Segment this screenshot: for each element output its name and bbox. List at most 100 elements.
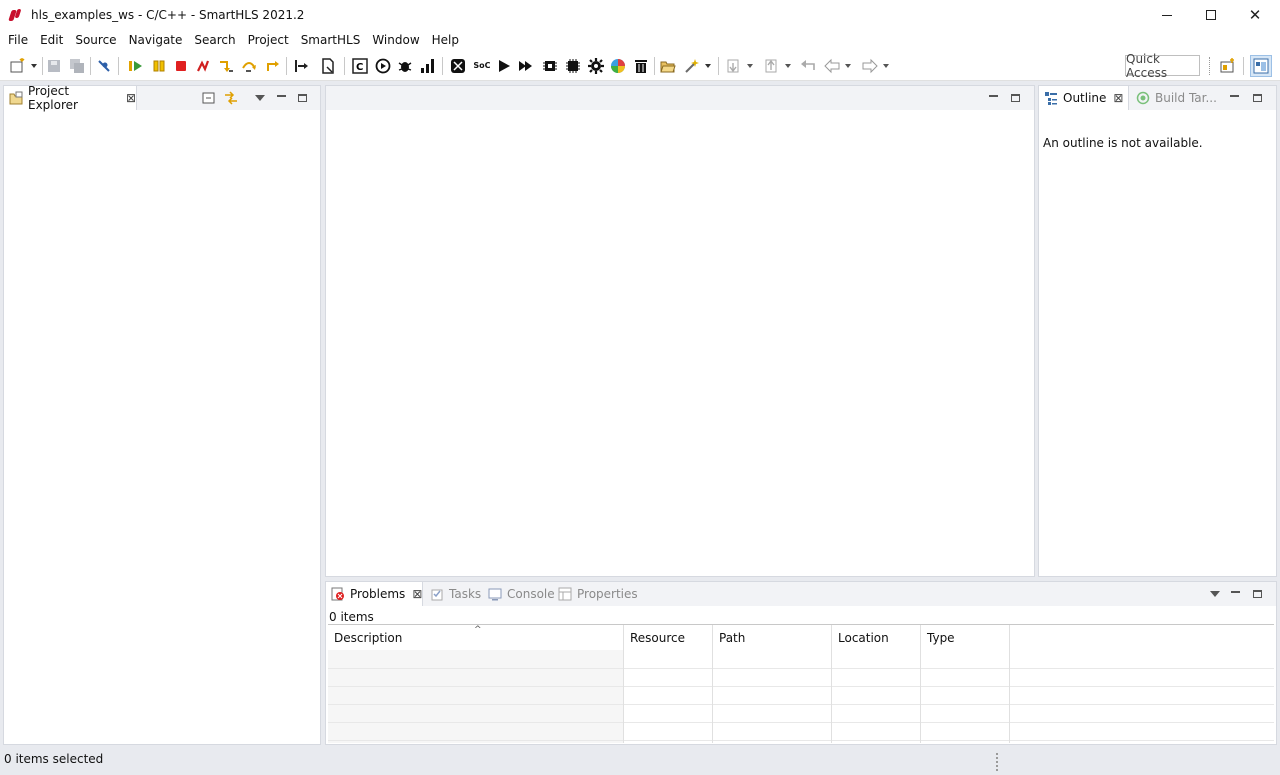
minimize-editor-button[interactable] (986, 91, 1000, 105)
search-dropdown[interactable] (703, 58, 713, 74)
suspend-button[interactable] (151, 58, 167, 74)
prev-annotation-dropdown[interactable] (783, 58, 793, 74)
column-location[interactable]: Location (832, 625, 920, 650)
new-dropdown[interactable] (29, 58, 39, 74)
tab-problems[interactable]: Problems ⊠ (326, 582, 423, 606)
resume-button[interactable] (127, 58, 143, 74)
trash-button[interactable] (633, 58, 649, 74)
tab-console-label: Console (507, 587, 555, 601)
disconnect-button[interactable] (195, 58, 211, 74)
column-resource[interactable]: Resource (624, 625, 712, 650)
menu-edit[interactable]: Edit (34, 30, 69, 51)
tab-properties[interactable]: Properties (553, 582, 638, 606)
menu-file[interactable]: File (2, 30, 34, 51)
drop-to-frame-button[interactable] (293, 58, 309, 74)
disconnect-icon (197, 60, 210, 72)
profile-button[interactable] (420, 58, 436, 74)
search-wand-button[interactable] (684, 58, 700, 74)
cpp-perspective-button[interactable] (1250, 55, 1272, 77)
last-edit-button[interactable] (800, 58, 816, 74)
menu-help[interactable]: Help (426, 30, 465, 51)
soc-button[interactable]: SoC (472, 58, 492, 74)
tab-project-explorer[interactable]: Project Explorer ⊠ (4, 84, 137, 112)
step-into-button[interactable] (218, 58, 234, 74)
build-button[interactable] (450, 58, 466, 74)
chevron-down-icon (845, 64, 851, 68)
run-button[interactable] (375, 58, 391, 74)
soc-icon: SoC (473, 61, 491, 70)
compile-icon: C (352, 58, 368, 74)
maximize-outline-button[interactable] (1250, 91, 1264, 105)
menu-source[interactable]: Source (69, 30, 122, 51)
resume-icon (129, 61, 142, 71)
status-grip[interactable] (996, 753, 999, 771)
save-button[interactable] (46, 58, 62, 74)
open-perspective-button[interactable] (1220, 58, 1236, 74)
close-icon[interactable]: ⊠ (1113, 91, 1123, 105)
fast-forward-icon (519, 61, 532, 71)
play-button[interactable] (496, 58, 512, 74)
title-bar: hls_examples_ws - C/C++ - SmartHLS 2021.… (0, 0, 1280, 30)
fast-forward-button[interactable] (518, 58, 534, 74)
view-menu-button[interactable] (253, 91, 267, 105)
skip-breakpoints-button[interactable] (96, 58, 112, 74)
quick-access-field[interactable]: Quick Access (1125, 52, 1200, 80)
column-type[interactable]: Type (921, 625, 1009, 650)
link-with-editor-button[interactable] (224, 91, 238, 105)
maximize-problems-button[interactable] (1250, 587, 1264, 601)
back-button[interactable] (824, 58, 840, 74)
status-bar: 0 items selected (0, 748, 1280, 775)
minimize-problems-button[interactable] (1228, 587, 1242, 601)
editor-area[interactable] (325, 85, 1035, 577)
next-annotation-dropdown[interactable] (745, 58, 755, 74)
forward-dropdown[interactable] (881, 58, 891, 74)
new-button[interactable] (10, 58, 26, 74)
color-wheel-button[interactable] (610, 58, 626, 74)
next-annotation-button[interactable] (726, 58, 742, 74)
step-return-button[interactable] (264, 58, 280, 74)
close-icon[interactable]: ⊠ (126, 91, 136, 105)
link-editor-icon (225, 91, 237, 105)
open-folder-icon (660, 61, 676, 73)
back-dropdown[interactable] (843, 58, 853, 74)
minimize-view-button[interactable] (274, 91, 288, 105)
last-edit-icon (801, 60, 815, 70)
step-over-button[interactable] (241, 58, 257, 74)
maximize-button[interactable] (1188, 0, 1234, 30)
maximize-editor-button[interactable] (1008, 91, 1022, 105)
project-explorer-header: Project Explorer ⊠ (4, 84, 320, 112)
tab-build-targets[interactable]: Build Tar... (1131, 86, 1231, 110)
menu-search[interactable]: Search (188, 30, 241, 51)
compile-button[interactable]: C (352, 58, 368, 74)
chip-black-button[interactable] (565, 58, 581, 74)
menu-smarthls[interactable]: SmartHLS (295, 30, 367, 51)
tab-outline[interactable]: Outline ⊠ (1039, 86, 1129, 110)
forward-button[interactable] (862, 58, 878, 74)
close-icon[interactable]: ⊠ (412, 587, 422, 601)
sort-ascending-icon: ^ (474, 625, 482, 635)
menu-project[interactable]: Project (242, 30, 295, 51)
prev-annotation-button[interactable] (764, 58, 780, 74)
menu-window[interactable]: Window (366, 30, 425, 51)
chip-button[interactable] (542, 58, 558, 74)
settings-button[interactable] (588, 58, 604, 74)
collapse-all-button[interactable] (202, 91, 216, 105)
tab-console[interactable]: Console (483, 582, 555, 606)
close-button[interactable]: ✕ (1232, 0, 1278, 30)
menu-navigate[interactable]: Navigate (123, 30, 189, 51)
minimize-outline-button[interactable] (1227, 91, 1241, 105)
tab-tasks[interactable]: Tasks (425, 582, 481, 606)
minimize-button[interactable] (1144, 0, 1190, 30)
column-path[interactable]: Path (713, 625, 831, 650)
open-folder-button[interactable] (660, 58, 676, 74)
save-all-button[interactable] (69, 58, 85, 74)
open-file-button[interactable] (320, 58, 336, 74)
maximize-icon (297, 94, 307, 102)
terminate-button[interactable] (173, 58, 189, 74)
minimize-icon (276, 95, 286, 97)
problems-view-menu-button[interactable] (1208, 587, 1222, 601)
debug-button[interactable] (397, 58, 413, 74)
problems-header: Problems ⊠ Tasks Console Properties (326, 582, 1276, 606)
outline-panel: Outline ⊠ Build Tar... An outline is not… (1038, 85, 1277, 577)
maximize-view-button[interactable] (295, 91, 309, 105)
